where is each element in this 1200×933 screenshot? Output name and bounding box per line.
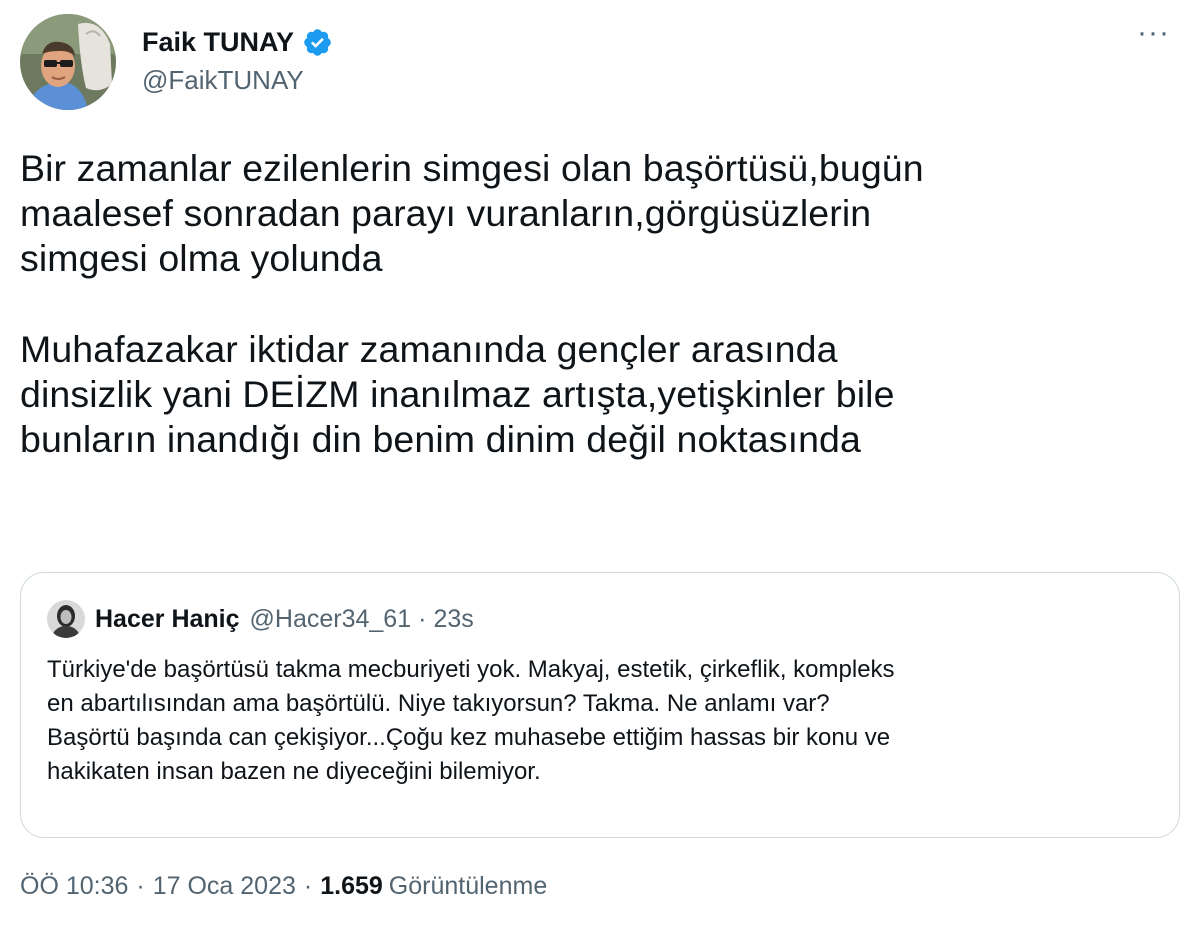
meta-separator: · bbox=[303, 872, 313, 900]
tweet-line: maalesef sonradan parayı vuranların,görg… bbox=[20, 192, 872, 234]
quoted-author-handle[interactable]: @Hacer34_61 bbox=[250, 605, 412, 634]
quoted-tweet-text: Türkiye'de başörtüsü takma mecburiyeti y… bbox=[47, 653, 1157, 789]
tweet-paragraph: Bir zamanlar ezilenlerin simgesi olan ba… bbox=[20, 146, 1180, 281]
views-count: 1.659 bbox=[320, 872, 383, 900]
author-avatar[interactable] bbox=[20, 14, 116, 110]
quoted-tweet-header: Hacer Haniç @Hacer34_61 · 23s bbox=[47, 599, 1153, 639]
tweet-paragraph: Muhafazakar iktidar zamanında gençler ar… bbox=[20, 327, 1180, 462]
author-name-row: Faik TUNAY bbox=[142, 23, 333, 63]
tweet-line: dinsizlik yani DEİZM inanılmaz artışta,y… bbox=[20, 373, 895, 415]
quoted-timestamp[interactable]: 23s bbox=[433, 605, 473, 634]
verified-badge-icon[interactable] bbox=[302, 27, 333, 58]
author-handle[interactable]: @FaikTUNAY bbox=[142, 65, 333, 96]
tweet-line: Bir zamanlar ezilenlerin simgesi olan ba… bbox=[20, 147, 924, 189]
meta-separator: · bbox=[136, 872, 145, 900]
quoted-line: en abartılısından ama başörtülü. Niye ta… bbox=[47, 690, 830, 717]
quoted-author-name[interactable]: Hacer Haniç bbox=[95, 605, 240, 634]
quoted-line: Türkiye'de başörtüsü takma mecburiyeti y… bbox=[47, 656, 895, 683]
tweet-line: simgesi olma yolunda bbox=[20, 237, 383, 279]
tweet-meta: ÖÖ 10:36 · 17 Oca 2023 · 1.659 Görüntüle… bbox=[20, 872, 547, 901]
more-options-icon[interactable]: ··· bbox=[1137, 18, 1170, 48]
quoted-author-avatar[interactable] bbox=[47, 600, 85, 638]
tweet-time[interactable]: ÖÖ 10:36 bbox=[20, 872, 128, 901]
quoted-line: Başörtü başında can çekişiyor...Çoğu kez… bbox=[47, 724, 891, 751]
author-identity: Faik TUNAY @FaikTUNAY bbox=[142, 23, 333, 96]
tweet-line: bunların inandığı din benim dinim değil … bbox=[20, 418, 861, 460]
quoted-separator: · bbox=[418, 604, 427, 633]
tweet-header: Faik TUNAY @FaikTUNAY bbox=[20, 14, 333, 110]
tweet-line: Muhafazakar iktidar zamanında gençler ar… bbox=[20, 328, 838, 370]
quoted-line: hakikaten insan bazen ne diyeceğini bile… bbox=[47, 758, 541, 785]
tweet-text: Bir zamanlar ezilenlerin simgesi olan ba… bbox=[20, 146, 1180, 462]
author-display-name[interactable]: Faik TUNAY bbox=[142, 27, 294, 58]
quoted-tweet[interactable]: Hacer Haniç @Hacer34_61 · 23s Türkiye'de… bbox=[20, 572, 1180, 838]
tweet-card: Faik TUNAY @FaikTUNAY ··· Bir zamanlar e… bbox=[0, 0, 1200, 933]
views-label: Görüntülenme bbox=[388, 872, 548, 900]
tweet-date[interactable]: 17 Oca 2023 bbox=[153, 872, 296, 901]
